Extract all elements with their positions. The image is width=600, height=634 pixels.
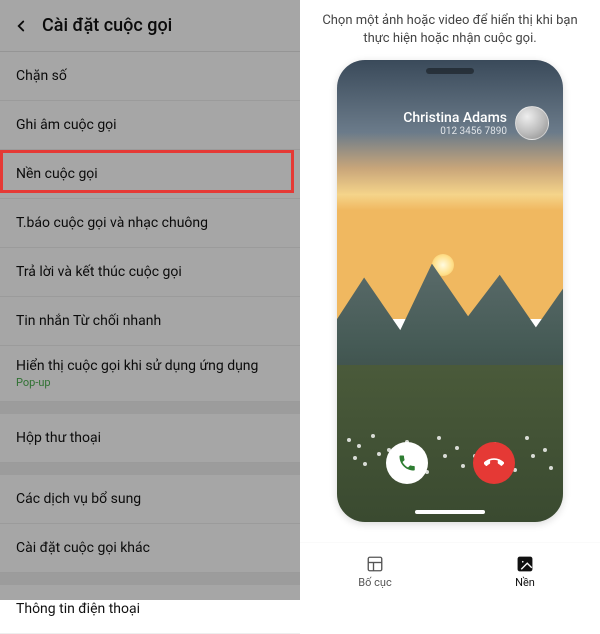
caller-number: 012 3456 7890 (403, 126, 507, 137)
item-label: Nền cuộc gọi (16, 166, 98, 182)
settings-item-other[interactable]: Cài đặt cuộc gọi khác (0, 524, 300, 573)
group-divider (0, 573, 300, 585)
bottom-nav: Bố cục Nền (300, 542, 600, 600)
group-divider (0, 463, 300, 475)
settings-header: Cài đặt cuộc gọi (0, 0, 300, 52)
back-icon[interactable] (10, 15, 32, 37)
item-label: Cài đặt cuộc gọi khác (16, 540, 150, 556)
caller-name: Christina Adams (403, 110, 507, 126)
phone-preview: Christina Adams 012 3456 7890 (337, 60, 563, 522)
item-label: Tin nhắn Từ chối nhanh (16, 313, 161, 329)
settings-item-alerts[interactable]: T.báo cuộc gọi và nhạc chuông (0, 199, 300, 248)
item-label: Chặn số (16, 68, 67, 84)
decline-call-button[interactable] (473, 442, 515, 484)
group-divider (0, 402, 300, 414)
settings-item-reject-messages[interactable]: Tin nhắn Từ chối nhanh (0, 297, 300, 346)
caller-info: Christina Adams 012 3456 7890 (403, 106, 549, 140)
nav-layout[interactable]: Bố cục (300, 543, 450, 600)
settings-item-record[interactable]: Ghi âm cuộc gọi (0, 101, 300, 150)
home-indicator (415, 510, 485, 514)
settings-item-voicemail[interactable]: Hộp thư thoại (0, 414, 300, 463)
settings-item-phone-info[interactable]: Thông tin điện thoại (0, 585, 300, 634)
layout-icon (365, 554, 385, 574)
settings-item-block[interactable]: Chặn số (0, 52, 300, 101)
accept-call-button[interactable] (386, 442, 428, 484)
item-label: Hộp thư thoại (16, 430, 101, 446)
avatar (515, 106, 549, 140)
settings-pane: Cài đặt cuộc gọi Chặn số Ghi âm cuộc gọi… (0, 0, 300, 600)
notch (426, 68, 474, 74)
item-label: Hiển thị cuộc gọi khi sử dụng ứng dụng (16, 358, 284, 374)
preview-description: Chọn một ảnh hoặc video để hiển thị khi … (300, 0, 600, 54)
item-label: Thông tin điện thoại (16, 601, 140, 617)
app-container: Cài đặt cuộc gọi Chặn số Ghi âm cuộc gọi… (0, 0, 600, 600)
settings-list: Chặn số Ghi âm cuộc gọi Nền cuộc gọi T.b… (0, 52, 300, 634)
item-label: Các dịch vụ bổ sung (16, 491, 141, 507)
item-sublabel: Pop-up (16, 376, 284, 389)
nav-background[interactable]: Nền (450, 543, 600, 600)
page-title: Cài đặt cuộc gọi (42, 15, 172, 36)
nav-label: Bố cục (358, 576, 391, 589)
settings-item-call-background[interactable]: Nền cuộc gọi (0, 150, 300, 199)
preview-pane: Chọn một ảnh hoặc video để hiển thị khi … (300, 0, 600, 600)
item-label: T.báo cuộc gọi và nhạc chuông (16, 215, 208, 231)
settings-item-answer-end[interactable]: Trả lời và kết thúc cuộc gọi (0, 248, 300, 297)
nav-label: Nền (515, 576, 535, 589)
item-label: Ghi âm cuộc gọi (16, 117, 117, 133)
image-icon (515, 554, 535, 574)
settings-item-supplementary[interactable]: Các dịch vụ bổ sung (0, 475, 300, 524)
settings-item-popup[interactable]: Hiển thị cuộc gọi khi sử dụng ứng dụng P… (0, 346, 300, 402)
call-buttons (337, 442, 563, 484)
item-label: Trả lời và kết thúc cuộc gọi (16, 264, 182, 280)
